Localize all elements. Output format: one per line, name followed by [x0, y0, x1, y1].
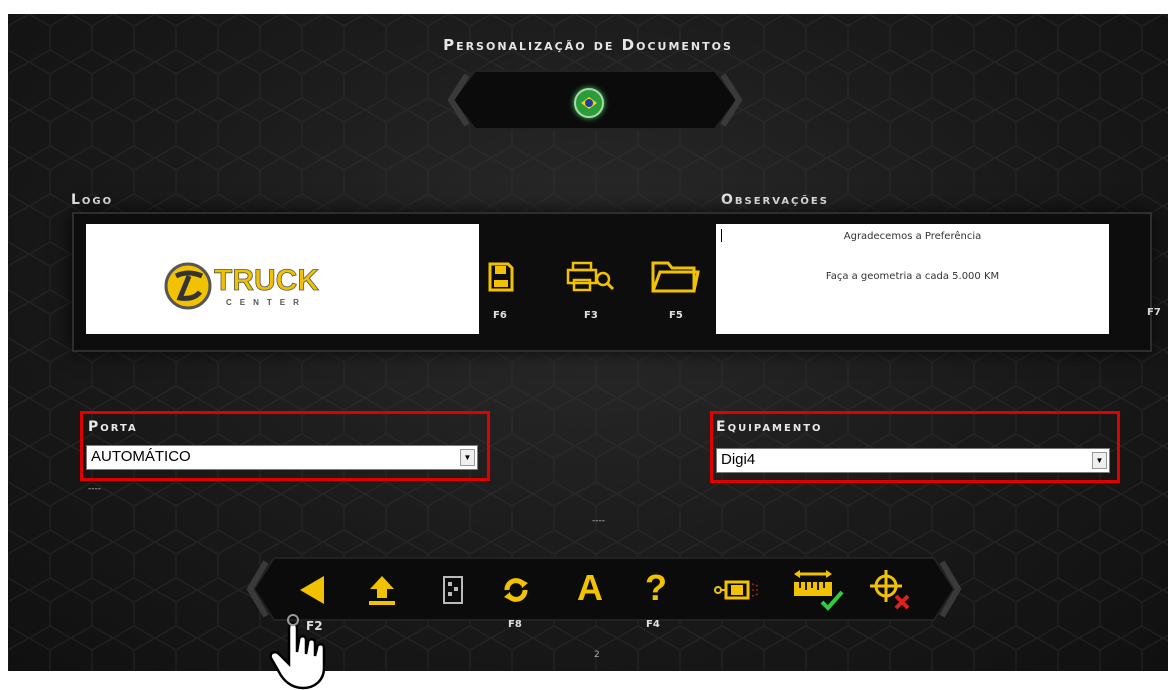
chevron-down-icon[interactable]: ▼ [1092, 452, 1107, 469]
porta-status: ---- [88, 484, 101, 494]
refresh-icon[interactable] [498, 572, 534, 608]
target-remove-icon[interactable] [868, 568, 912, 612]
observations-label: Observações [721, 192, 829, 208]
print-preview-icon[interactable] [565, 258, 615, 296]
sensor-icon[interactable] [712, 574, 768, 606]
equipamento-label: Equipamento [716, 419, 823, 435]
back-arrow-icon[interactable] [292, 572, 332, 608]
porta-label: Porta [88, 419, 138, 435]
center-status: ---- [592, 516, 605, 526]
truck-center-logo: TRUCK CENTER [164, 262, 320, 310]
document-icon[interactable] [438, 572, 468, 608]
logo-label: Logo [71, 192, 114, 208]
help-icon[interactable]: ? [638, 567, 674, 608]
page-number: 2 [594, 650, 600, 660]
folder-open-key: F5 [669, 310, 683, 321]
brazil-flag-icon[interactable] [574, 88, 604, 118]
refresh-key: F8 [508, 619, 522, 630]
save-key: F6 [493, 310, 507, 321]
folder-open-icon[interactable] [650, 256, 700, 296]
observation-line-1: Agradecemos a Preferência [843, 231, 982, 242]
hand-pointer-cursor [269, 614, 326, 690]
logo-sub-text: CENTER [226, 298, 307, 307]
observations-key: F7 [1147, 307, 1161, 318]
page-title: Personalização de Documentos [443, 36, 733, 54]
flag-globe [585, 99, 593, 107]
measure-check-icon[interactable] [792, 568, 844, 612]
upload-icon[interactable] [364, 572, 400, 608]
font-icon[interactable]: A [570, 567, 610, 608]
app-window: Personalização de Documentos Logo Observ… [8, 14, 1168, 671]
logo-image-box[interactable]: TRUCK CENTER [86, 224, 479, 334]
observation-line-2: Faça a geometria a cada 5.000 KM [825, 271, 1000, 282]
porta-value: AUTOMÁTICO [91, 448, 191, 465]
observations-textarea[interactable]: Agradecemos a Preferência Faça a geometr… [716, 224, 1109, 334]
logo-main-text: TRUCK [214, 264, 319, 297]
chevron-down-icon[interactable]: ▼ [460, 449, 475, 466]
porta-select[interactable]: AUTOMÁTICO ▼ [86, 445, 478, 470]
equipamento-value: Digi4 [721, 451, 756, 468]
save-icon[interactable] [483, 258, 519, 296]
help-key: F4 [646, 619, 660, 630]
equipamento-select[interactable]: Digi4 ▼ [716, 448, 1110, 473]
print-preview-key: F3 [584, 310, 598, 321]
